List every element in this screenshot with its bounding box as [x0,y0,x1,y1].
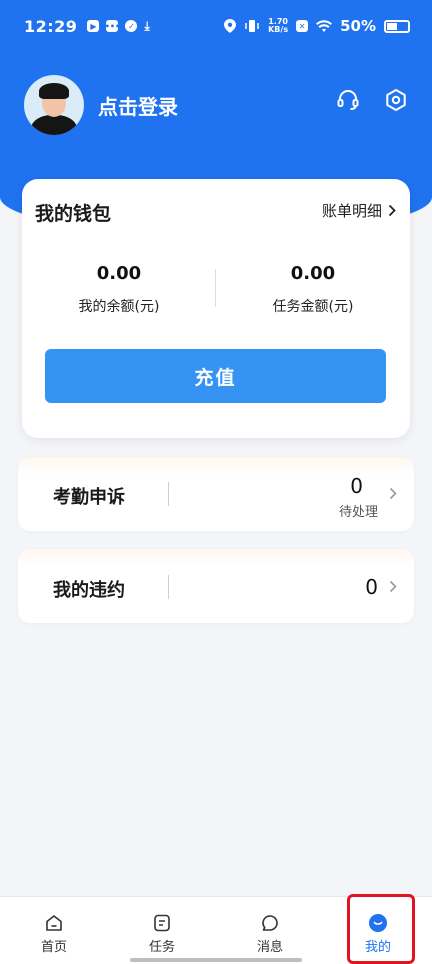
chevron-right-icon [389,487,397,500]
my-violation-count: 0 [365,575,378,599]
wallet-card: 我的钱包 账单明细 0.00 我的余额(元) 0.00 任务金额(元) 充值 [22,179,410,438]
chevron-right-icon [388,204,396,217]
avatar[interactable] [24,75,84,135]
app-notification-icon: ••• [104,20,121,32]
balance-value: 0.00 [96,263,142,284]
task-amount-stat: 0.00 任务金额(元) [228,263,398,316]
status-time: 12:29 [24,16,78,36]
download-icon: ⤓ [144,18,150,33]
vibrate-icon [245,20,259,32]
bill-details-link[interactable]: 账单明细 [322,200,396,221]
wifi-icon [316,19,333,32]
task-icon [152,913,172,933]
nav-home[interactable]: 首页 [0,897,108,964]
task-amount-label: 任务金额(元) [272,299,354,315]
battery-percent: 50% [340,17,376,35]
attendance-appeal-title: 考勤申诉 [53,487,125,508]
highlight-annotation [347,894,415,964]
play-notification-icon: ▶ [87,20,100,32]
settings-icon[interactable] [384,88,408,112]
my-violation-row[interactable]: 我的违约 0 [18,549,414,623]
home-indicator [130,958,302,962]
chevron-right-icon [389,580,397,593]
check-notification-icon: ✓ [125,20,138,32]
stat-divider [215,269,216,307]
message-icon [260,913,280,933]
login-label[interactable]: 点击登录 [98,91,178,120]
balance-stat: 0.00 我的余额(元) [34,263,204,316]
home-icon [44,913,64,933]
attendance-appeal-count: 0 [350,474,363,498]
nav-messages[interactable]: 消息 [216,897,324,964]
my-violation-title: 我的违约 [53,580,125,601]
location-icon [224,19,237,33]
nav-tasks[interactable]: 任务 [108,897,216,964]
customer-service-icon[interactable] [336,88,360,112]
recharge-button[interactable]: 充值 [45,349,386,403]
status-bar: 12:29 ▶ ••• ✓ ⤓ 1.70 KB/s ✕ 50% [0,0,432,52]
no-sim-icon: ✕ [296,20,309,32]
task-amount-value: 0.00 [290,263,336,284]
wallet-title: 我的钱包 [35,203,112,225]
attendance-appeal-row[interactable]: 考勤申诉 0 待处理 [18,457,414,531]
profile-login[interactable]: 点击登录 [24,75,178,135]
attendance-pending-label: 待处理 [338,505,378,520]
network-speed: 1.70 KB/s [268,17,289,34]
balance-label: 我的余额(元) [78,299,160,315]
battery-icon [384,19,410,33]
